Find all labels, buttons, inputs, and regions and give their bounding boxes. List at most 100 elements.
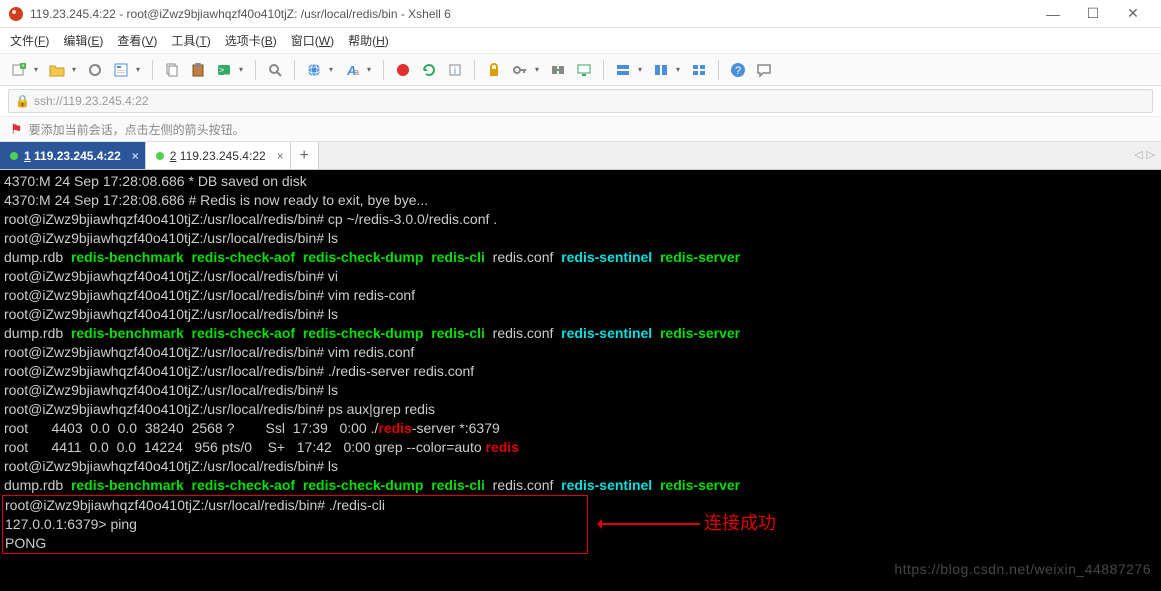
- tab-add-button[interactable]: +: [291, 142, 319, 169]
- terminal-line: root@iZwz9bjiawhqzf40o410tjZ:/usr/local/…: [4, 305, 1157, 324]
- dropdown-icon[interactable]: ▾: [638, 65, 646, 74]
- terminal-line: PONG: [5, 534, 585, 553]
- terminal-line: 4370:M 24 Sep 17:28:08.686 * DB saved on…: [4, 172, 1157, 191]
- annotation-label: 连接成功: [704, 514, 776, 533]
- window-title: 119.23.245.4:22 - root@iZwz9bjiawhqzf40o…: [30, 7, 1033, 21]
- svg-text:+: +: [21, 63, 25, 70]
- tab-next-icon[interactable]: ▷: [1147, 148, 1155, 161]
- terminal-line: root 4411 0.0 0.0 14224 956 pts/0 S+ 17:…: [4, 438, 1157, 457]
- lock-icon[interactable]: [483, 59, 505, 81]
- terminal-line: 127.0.0.1:6379> ping: [5, 515, 585, 534]
- highlighted-box: root@iZwz9bjiawhqzf40o410tjZ:/usr/local/…: [2, 495, 588, 554]
- menubar: 文件(F) 编辑(E) 查看(V) 工具(T) 选项卡(B) 窗口(W) 帮助(H): [0, 28, 1161, 54]
- separator: [718, 60, 719, 80]
- find-icon[interactable]: [264, 59, 286, 81]
- dropdown-icon[interactable]: ▾: [676, 65, 684, 74]
- address-bar: 🔒 ssh://119.23.245.4:22: [0, 86, 1161, 116]
- reconnect-icon[interactable]: [84, 59, 106, 81]
- terminal-line: root@iZwz9bjiawhqzf40o410tjZ:/usr/local/…: [4, 400, 1157, 419]
- titlebar: 119.23.245.4:22 - root@iZwz9bjiawhqzf40o…: [0, 0, 1161, 28]
- info-icon[interactable]: i: [444, 59, 466, 81]
- watermark: https://blog.csdn.net/weixin_44887276: [894, 560, 1151, 579]
- new-session-icon[interactable]: +: [8, 59, 30, 81]
- terminal-line: root@iZwz9bjiawhqzf40o410tjZ:/usr/local/…: [4, 229, 1157, 248]
- separator: [474, 60, 475, 80]
- tile-grid-icon[interactable]: [688, 59, 710, 81]
- separator: [603, 60, 604, 80]
- close-button[interactable]: ✕: [1113, 2, 1153, 26]
- tab-label: 1 119.23.245.4:22: [24, 149, 121, 163]
- menu-e[interactable]: 编辑(E): [63, 32, 103, 49]
- separator: [255, 60, 256, 80]
- terminal-line: root@iZwz9bjiawhqzf40o410tjZ:/usr/local/…: [4, 286, 1157, 305]
- session-tab-1[interactable]: 1 119.23.245.4:22 ×: [0, 142, 146, 169]
- terminal-line: root@iZwz9bjiawhqzf40o410tjZ:/usr/local/…: [5, 496, 585, 515]
- dropdown-icon[interactable]: ▾: [34, 65, 42, 74]
- terminal-line: root 4403 0.0 0.0 38240 2568 ? Ssl 17:39…: [4, 419, 1157, 438]
- tab-nav: ◁ ▷: [1134, 148, 1155, 161]
- monitor-icon[interactable]: [573, 59, 595, 81]
- status-dot: [156, 152, 164, 160]
- menu-b[interactable]: 选项卡(B): [225, 32, 277, 49]
- open-icon[interactable]: [46, 59, 68, 81]
- tile-vertical-icon[interactable]: [650, 59, 672, 81]
- chat-icon[interactable]: [753, 59, 775, 81]
- svg-text:i: i: [454, 66, 456, 77]
- dropdown-icon[interactable]: ▾: [535, 65, 543, 74]
- info-bar: ⚑ 要添加当前会话，点击左侧的箭头按钮。: [0, 116, 1161, 142]
- font-icon[interactable]: Aa: [341, 59, 363, 81]
- dropdown-icon[interactable]: ▾: [72, 65, 80, 74]
- flag-icon: ⚑: [10, 121, 23, 138]
- tab-close-icon[interactable]: ×: [132, 149, 139, 163]
- refresh-icon[interactable]: [418, 59, 440, 81]
- terminal-line: dump.rdb redis-benchmark redis-check-aof…: [4, 476, 1157, 495]
- globe-icon[interactable]: [303, 59, 325, 81]
- svg-text:a: a: [354, 67, 359, 77]
- svg-text:?: ?: [735, 65, 741, 77]
- dropdown-icon[interactable]: ▾: [367, 65, 375, 74]
- dropdown-icon[interactable]: ▾: [239, 65, 247, 74]
- quick-command-icon[interactable]: >_: [213, 59, 235, 81]
- separator: [383, 60, 384, 80]
- address-url: ssh://119.23.245.4:22: [34, 94, 149, 108]
- address-input[interactable]: 🔒 ssh://119.23.245.4:22: [8, 89, 1153, 113]
- toolbar: + ▾ ▾ ▾ >_ ▾ ▾ Aa ▾ i ▾ ▾ ▾ ?: [0, 54, 1161, 86]
- minimize-button[interactable]: —: [1033, 2, 1073, 26]
- terminal-line: dump.rdb redis-benchmark redis-check-aof…: [4, 324, 1157, 343]
- tab-close-icon[interactable]: ×: [277, 149, 284, 163]
- terminal-line: root@iZwz9bjiawhqzf40o410tjZ:/usr/local/…: [4, 457, 1157, 476]
- tile-horizontal-icon[interactable]: [612, 59, 634, 81]
- terminal-line: root@iZwz9bjiawhqzf40o410tjZ:/usr/local/…: [4, 343, 1157, 362]
- dropdown-icon[interactable]: ▾: [136, 65, 144, 74]
- key-icon[interactable]: [509, 59, 531, 81]
- status-dot: [10, 152, 18, 160]
- terminal-line: root@iZwz9bjiawhqzf40o410tjZ:/usr/local/…: [4, 267, 1157, 286]
- terminal-line: root@iZwz9bjiawhqzf40o410tjZ:/usr/local/…: [4, 362, 1157, 381]
- record-icon[interactable]: [392, 59, 414, 81]
- tab-bar: 1 119.23.245.4:22 × 2 119.23.245.4:22 × + ◁ …: [0, 142, 1161, 170]
- properties-icon[interactable]: [110, 59, 132, 81]
- tab-label: 2 119.23.245.4:22: [170, 149, 266, 163]
- menu-v[interactable]: 查看(V): [117, 32, 157, 49]
- maximize-button[interactable]: ☐: [1073, 2, 1113, 26]
- app-icon: [8, 6, 24, 22]
- menu-t[interactable]: 工具(T): [171, 32, 210, 49]
- svg-text:>_: >_: [219, 65, 230, 75]
- annotation: 连接成功: [600, 514, 776, 533]
- menu-h[interactable]: 帮助(H): [348, 32, 389, 49]
- menu-f[interactable]: 文件(F): [10, 32, 49, 49]
- transfer-icon[interactable]: [547, 59, 569, 81]
- menu-w[interactable]: 窗口(W): [291, 32, 334, 49]
- session-tab-2[interactable]: 2 119.23.245.4:22 ×: [146, 142, 291, 169]
- tab-prev-icon[interactable]: ◁: [1134, 148, 1142, 161]
- terminal-line: root@iZwz9bjiawhqzf40o410tjZ:/usr/local/…: [4, 381, 1157, 400]
- separator: [294, 60, 295, 80]
- lock-icon: 🔒: [15, 94, 30, 108]
- dropdown-icon[interactable]: ▾: [329, 65, 337, 74]
- help-icon[interactable]: ?: [727, 59, 749, 81]
- terminal[interactable]: 4370:M 24 Sep 17:28:08.686 * DB saved on…: [0, 170, 1161, 591]
- terminal-line: dump.rdb redis-benchmark redis-check-aof…: [4, 248, 1157, 267]
- info-text: 要添加当前会话，点击左侧的箭头按钮。: [29, 121, 245, 138]
- copy-icon[interactable]: [161, 59, 183, 81]
- paste-icon[interactable]: [187, 59, 209, 81]
